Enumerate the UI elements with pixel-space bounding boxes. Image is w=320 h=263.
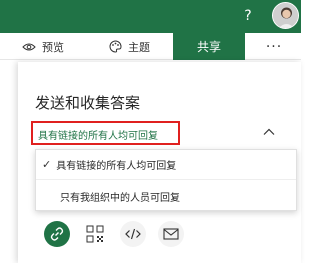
email-button[interactable] <box>158 221 184 247</box>
share-button[interactable]: 共享 <box>173 33 245 60</box>
avatar[interactable] <box>272 2 299 29</box>
mail-icon <box>163 228 179 240</box>
theme-label: 主题 <box>128 40 150 54</box>
option-label: 具有链接的所有人均可回复 <box>56 161 177 172</box>
response-scope-dropdown[interactable]: 具有链接的所有人均可回复 <box>31 121 180 145</box>
response-scope-menu: ✓ 具有链接的所有人均可回复 只有我组织中的人员可回复 <box>35 149 297 211</box>
command-toolbar: 预览 主题 共享 ··· <box>0 33 301 60</box>
link-icon <box>50 227 64 241</box>
more-options-icon[interactable]: ··· <box>264 33 284 60</box>
share-methods <box>44 221 244 249</box>
qr-code-icon <box>86 225 104 243</box>
eye-icon <box>22 43 36 50</box>
help-icon[interactable]: ? <box>240 6 256 26</box>
avatar-image <box>273 3 298 28</box>
option-label: 只有我组织中的人员可回复 <box>60 192 180 204</box>
palette-icon <box>109 40 122 53</box>
response-scope-selected: 具有链接的所有人均可回复 <box>38 131 158 142</box>
panel-title: 发送和收集答案 <box>35 94 141 112</box>
option-org-only[interactable]: 只有我组织中的人员可回复 <box>36 181 296 211</box>
share-panel: 发送和收集答案 具有链接的所有人均可回复 ✓ 具有链接的所有人均可回复 只有我组… <box>18 62 301 263</box>
embed-icon <box>125 228 141 240</box>
top-bar: ? <box>0 0 301 33</box>
chevron-up-icon[interactable] <box>261 124 277 140</box>
qr-code-button[interactable] <box>82 221 108 247</box>
preview-label: 预览 <box>42 40 64 54</box>
preview-button[interactable]: 预览 <box>22 33 64 60</box>
theme-button[interactable]: 主题 <box>109 33 150 60</box>
check-icon: ✓ <box>42 158 52 171</box>
link-share-button[interactable] <box>44 221 70 247</box>
option-anyone-with-link[interactable]: ✓ 具有链接的所有人均可回复 <box>36 150 296 180</box>
embed-button[interactable] <box>120 221 146 247</box>
